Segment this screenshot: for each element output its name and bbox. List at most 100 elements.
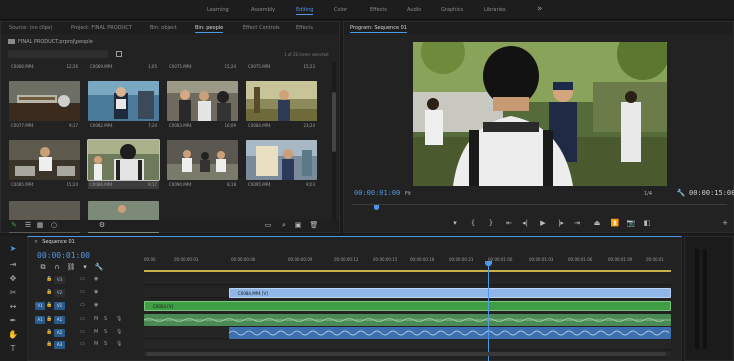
add-marker-icon[interactable]: ▾ (80, 262, 90, 272)
clip-thumbnail-selected[interactable]: C0086.MP4 9;17 (87, 139, 160, 189)
sync-lock-icon[interactable]: ▭ (80, 329, 85, 335)
new-item-icon[interactable]: ▣ (293, 220, 303, 230)
snap-icon[interactable]: ∩ (52, 262, 62, 272)
timeline-zoom-scrollbar[interactable] (144, 352, 671, 356)
comparison-view-icon[interactable]: ◧ (642, 218, 652, 228)
linked-selection-icon[interactable]: ⛓ (66, 262, 76, 272)
type-tool-icon[interactable]: T (8, 344, 18, 354)
lock-icon[interactable]: 🔒 (46, 316, 52, 322)
hand-tool-icon[interactable]: ✋ (8, 330, 18, 340)
workspace-tab-effects[interactable]: Effects (370, 7, 387, 13)
track-target-a1[interactable]: A1 (54, 316, 65, 324)
mic-icon[interactable]: 🎙 (116, 316, 122, 322)
solo-button[interactable]: S (104, 316, 107, 322)
pen-tool-icon[interactable]: ✒ (8, 316, 18, 326)
track-target-v2[interactable]: V2 (54, 289, 65, 297)
sync-lock-icon[interactable]: ▭ (80, 289, 85, 295)
mute-button[interactable]: M (94, 316, 98, 322)
lock-icon[interactable]: 🔒 (46, 302, 52, 308)
mark-in-icon[interactable]: { (468, 218, 478, 228)
workspace-tab-libraries[interactable]: Libraries (484, 7, 506, 13)
solo-button[interactable]: S (104, 341, 107, 347)
track-lane-a3[interactable] (144, 340, 671, 350)
timeline-settings-icon[interactable]: 🔧 (94, 262, 104, 272)
workspace-tab-graphics[interactable]: Graphics (441, 7, 463, 13)
tab-source[interactable]: Source: (no clips) (9, 25, 52, 31)
lock-icon[interactable]: 🔒 (46, 276, 52, 282)
zoom-slider[interactable]: ○ (49, 220, 59, 230)
selection-tool-icon[interactable]: ➤ (8, 244, 18, 254)
tab-effect-controls[interactable]: Effect Controls (243, 25, 280, 31)
razor-tool-icon[interactable]: ✂ (8, 288, 18, 298)
go-to-in-icon[interactable]: ⇤ (504, 218, 514, 228)
close-icon[interactable]: × (34, 239, 38, 245)
mute-button[interactable]: M (94, 341, 98, 347)
track-target-a2[interactable]: A2 (54, 329, 65, 337)
timeline-clip-v2[interactable]: C0084.MP4 [V] (229, 288, 671, 298)
lock-icon[interactable]: 🔒 (46, 329, 52, 335)
bin-search-input[interactable] (8, 50, 108, 58)
eye-icon[interactable]: ◉ (94, 302, 98, 308)
play-icon[interactable]: ▶ (538, 218, 548, 228)
track-lane-v3[interactable] (144, 275, 671, 285)
new-bin-folder-icon[interactable]: ▭ (263, 220, 273, 230)
workspace-tab-color[interactable]: Color (334, 7, 347, 13)
timeline-playhead[interactable] (485, 261, 492, 361)
export-frame-icon[interactable]: 📷 (626, 218, 636, 228)
program-playhead[interactable] (374, 205, 379, 210)
solo-button[interactable]: S (104, 329, 107, 335)
track-lane-a2[interactable] (144, 327, 671, 339)
track-target-v3[interactable]: V3 (54, 276, 65, 284)
ripple-edit-tool-icon[interactable]: ✥ (8, 274, 18, 284)
clip-thumbnail[interactable]: C0083.MP4 16;09 (167, 81, 238, 128)
mic-icon[interactable]: 🎙 (116, 329, 122, 335)
audio-clip-a1[interactable] (144, 314, 671, 326)
clip-thumbnail[interactable]: C0090.MP4 8;18 (167, 140, 238, 187)
timeline-clip-v1[interactable]: C0054 [V] (144, 301, 671, 311)
step-forward-icon[interactable]: |▸ (556, 218, 566, 228)
clip-thumbnail[interactable]: C0082.MP4 7;20 (88, 81, 159, 128)
add-marker-icon[interactable]: ▾ (450, 218, 460, 228)
clear-icon[interactable]: 🗑 (309, 220, 319, 230)
clip-thumbnail[interactable]: C0077.MP4 9;17 (9, 81, 80, 128)
timeline-ruler[interactable]: 00:00 00:00:00:03 00:00:00:06 00:00:00:0… (144, 257, 671, 271)
sync-lock-icon[interactable]: ▭ (80, 302, 85, 308)
step-back-icon[interactable]: ◂| (520, 218, 530, 228)
audio-clip-a2[interactable] (229, 327, 671, 339)
go-to-out-icon[interactable]: ⇥ (572, 218, 582, 228)
slip-tool-icon[interactable]: ↔ (8, 302, 18, 312)
mic-icon[interactable]: 🎙 (116, 341, 122, 347)
workspace-tab-assembly[interactable]: Assembly (251, 7, 275, 13)
settings-wrench-icon[interactable]: 🔧 (676, 188, 686, 198)
track-lane-a1[interactable] (144, 314, 671, 326)
zoom-fit-dropdown[interactable]: Fit (405, 191, 411, 197)
program-timecode[interactable]: 00:00:01:00 (354, 189, 400, 197)
eye-icon[interactable]: ◉ (94, 276, 98, 282)
eye-icon[interactable]: ◉ (94, 289, 98, 295)
more-workspaces-icon[interactable]: » (537, 4, 543, 14)
track-target-a3[interactable]: A3 (54, 341, 65, 349)
extract-icon[interactable]: ⏫ (610, 218, 620, 228)
nest-toggle-icon[interactable]: ⧉ (38, 262, 48, 272)
track-select-tool-icon[interactable]: ⇥ (8, 260, 18, 270)
mark-out-icon[interactable]: } (486, 218, 496, 228)
tab-bin-object[interactable]: Bin: object (150, 25, 177, 31)
track-lane-v2[interactable]: C0084.MP4 [V] (144, 288, 671, 298)
workspace-tab-editing[interactable]: Editing (296, 7, 314, 15)
list-view-icon[interactable]: ☰ (23, 220, 33, 230)
tab-sequence[interactable]: × Sequence 01 (34, 239, 75, 245)
tab-project[interactable]: Project: FINAL PRODUCT (71, 25, 132, 31)
bin-scrollbar[interactable] (332, 62, 336, 232)
program-time-ruler[interactable] (352, 204, 727, 212)
mute-button[interactable]: M (94, 329, 98, 335)
tab-bin-people[interactable]: Bin: people (195, 25, 224, 33)
find-icon[interactable]: ⌕ (279, 220, 289, 230)
clip-thumbnail[interactable]: C0095.MP4 9;03 (246, 140, 317, 187)
lift-icon[interactable]: ⏏ (592, 218, 602, 228)
track-lane-v1[interactable]: C0054 [V] (144, 301, 671, 311)
button-editor-icon[interactable]: + (720, 218, 730, 228)
sync-lock-icon[interactable]: ▭ (80, 316, 85, 322)
new-bin-icon[interactable] (116, 51, 122, 57)
work-area-bar[interactable] (144, 270, 671, 272)
source-patch-a1[interactable]: A1 (35, 316, 45, 324)
